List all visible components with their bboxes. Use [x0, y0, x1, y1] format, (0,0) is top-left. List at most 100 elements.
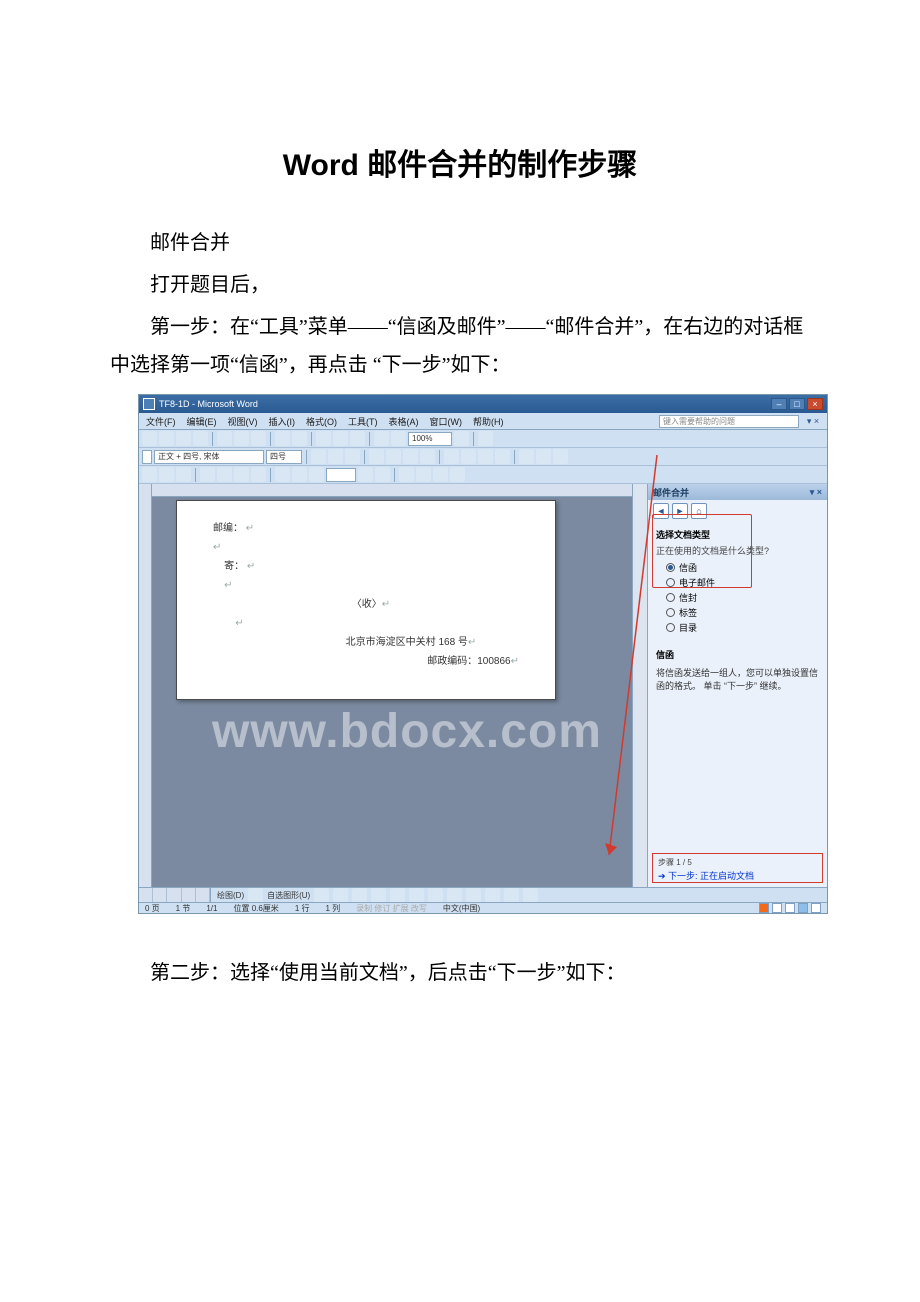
taskpane-back-icon[interactable]: ◄ — [653, 503, 669, 519]
zoom-combo[interactable]: 100% — [408, 432, 452, 446]
redo-icon[interactable] — [292, 431, 307, 446]
menu-file[interactable]: 文件(F) — [142, 414, 180, 429]
mm-insert-field-icon[interactable] — [200, 467, 215, 482]
align-center-icon[interactable] — [386, 449, 401, 464]
mm-preview-icon[interactable] — [275, 467, 290, 482]
select-objects-icon[interactable] — [248, 888, 263, 903]
undo-icon[interactable] — [275, 431, 290, 446]
print-icon[interactable] — [193, 431, 208, 446]
tray-icon[interactable] — [785, 903, 795, 913]
menu-help[interactable]: 帮助(H) — [469, 414, 508, 429]
fillcolor-icon[interactable] — [485, 888, 500, 903]
tray-icon[interactable] — [772, 903, 782, 913]
mm-setup-icon[interactable] — [142, 467, 157, 482]
mm-greeting-icon[interactable] — [234, 467, 249, 482]
copy-icon[interactable] — [234, 431, 249, 446]
style-combo[interactable]: 正文 + 四号, 宋体 — [154, 450, 264, 464]
read-mode-icon[interactable] — [478, 431, 493, 446]
fontsize-combo[interactable]: 四号 — [266, 450, 302, 464]
mm-find-icon[interactable] — [399, 467, 414, 482]
menu-close-x[interactable]: ▾ × — [802, 416, 824, 427]
document-area[interactable]: 邮编： ↵ ↵ 寄： ↵ ↵ 〈收〉↵ ↵ 北京市海淀区中关村 168 号↵ 邮… — [152, 484, 632, 887]
autoshapes-menu[interactable]: 自选图形(U) — [267, 890, 310, 901]
wordart-icon[interactable] — [409, 888, 424, 903]
tray-icon[interactable] — [759, 903, 769, 913]
help-search-box[interactable]: 键入需要帮助的问题 — [659, 415, 799, 428]
tray-icon[interactable] — [811, 903, 821, 913]
menu-window[interactable]: 窗口(W) — [426, 414, 467, 429]
taskpane-fwd-icon[interactable]: ► — [672, 503, 688, 519]
highlight-icon[interactable] — [536, 449, 551, 464]
view-normal-icon[interactable] — [139, 888, 153, 902]
view-read-icon[interactable] — [196, 888, 210, 902]
underline-icon[interactable] — [345, 449, 360, 464]
taskpane-dropdown-icon[interactable]: ▾ × — [810, 487, 822, 498]
menu-edit[interactable]: 编辑(E) — [183, 414, 221, 429]
menu-table[interactable]: 表格(A) — [385, 414, 423, 429]
diagram-icon[interactable] — [428, 888, 443, 903]
mm-check-icon[interactable] — [416, 467, 431, 482]
tray-icon[interactable] — [798, 903, 808, 913]
paste-icon[interactable] — [251, 431, 266, 446]
italic-icon[interactable] — [328, 449, 343, 464]
radio-row-directory[interactable]: 目录 — [666, 621, 819, 634]
menu-insert[interactable]: 插入(I) — [265, 414, 300, 429]
mm-merge-new-icon[interactable] — [433, 467, 448, 482]
table-icon[interactable] — [316, 431, 331, 446]
oval-tool-icon[interactable] — [371, 888, 386, 903]
view-print-icon[interactable] — [167, 888, 181, 902]
mm-address-block-icon[interactable] — [217, 467, 232, 482]
menu-tools[interactable]: 工具(T) — [344, 414, 382, 429]
new-doc-icon[interactable] — [142, 431, 157, 446]
radio-row-label[interactable]: 标签 — [666, 606, 819, 619]
taskpane-home-icon[interactable]: ⌂ — [691, 503, 707, 519]
align-left-icon[interactable] — [369, 449, 384, 464]
columns-icon[interactable] — [333, 431, 348, 446]
showhide-icon[interactable] — [391, 431, 406, 446]
menu-format[interactable]: 格式(O) — [302, 414, 341, 429]
textbox-tool-icon[interactable] — [390, 888, 405, 903]
numbering-icon[interactable] — [444, 449, 459, 464]
open-icon[interactable] — [159, 431, 174, 446]
radio-row-envelope[interactable]: 信封 — [666, 591, 819, 604]
mm-first-icon[interactable] — [292, 467, 307, 482]
picture-icon[interactable] — [466, 888, 481, 903]
next-step-link[interactable]: ➔ 下一步: 正在启动文档 — [658, 869, 817, 882]
rect-tool-icon[interactable] — [352, 888, 367, 903]
maximize-button[interactable]: □ — [789, 398, 805, 410]
radio-row-email[interactable]: 电子邮件 — [666, 576, 819, 589]
clipart-icon[interactable] — [447, 888, 462, 903]
mm-record-box[interactable] — [326, 468, 356, 482]
bullets-icon[interactable] — [461, 449, 476, 464]
font-color-icon[interactable] — [553, 449, 568, 464]
minimize-button[interactable]: – — [771, 398, 787, 410]
linecolor-icon[interactable] — [504, 888, 519, 903]
indent-inc-icon[interactable] — [495, 449, 510, 464]
docmap-icon[interactable] — [374, 431, 389, 446]
indent-dec-icon[interactable] — [478, 449, 493, 464]
close-button[interactable]: × — [807, 398, 823, 410]
save-icon[interactable] — [176, 431, 191, 446]
border-icon[interactable] — [519, 449, 534, 464]
mm-merge-print-icon[interactable] — [450, 467, 465, 482]
mm-fields-icon[interactable] — [251, 467, 266, 482]
draw-menu[interactable]: 绘图(D) — [217, 890, 244, 901]
cut-icon[interactable] — [217, 431, 232, 446]
mm-prev-icon[interactable] — [309, 467, 324, 482]
bold-icon[interactable] — [311, 449, 326, 464]
view-outline-icon[interactable] — [182, 888, 196, 902]
fontcolor-icon[interactable] — [523, 888, 538, 903]
align-right-icon[interactable] — [403, 449, 418, 464]
line-tool-icon[interactable] — [314, 888, 329, 903]
arrow-tool-icon[interactable] — [333, 888, 348, 903]
help-icon[interactable] — [454, 431, 469, 446]
vertical-scrollbar[interactable] — [632, 484, 647, 887]
az-icon[interactable] — [142, 450, 152, 464]
mm-recipients-icon[interactable] — [176, 467, 191, 482]
menu-view[interactable]: 视图(V) — [224, 414, 262, 429]
document-page-canvas[interactable]: 邮编： ↵ ↵ 寄： ↵ ↵ 〈收〉↵ ↵ 北京市海淀区中关村 168 号↵ 邮… — [176, 500, 556, 700]
drawing-toggle-icon[interactable] — [350, 431, 365, 446]
radio-row-letter[interactable]: 信函 — [666, 561, 819, 574]
view-web-icon[interactable] — [153, 888, 167, 902]
mm-last-icon[interactable] — [375, 467, 390, 482]
